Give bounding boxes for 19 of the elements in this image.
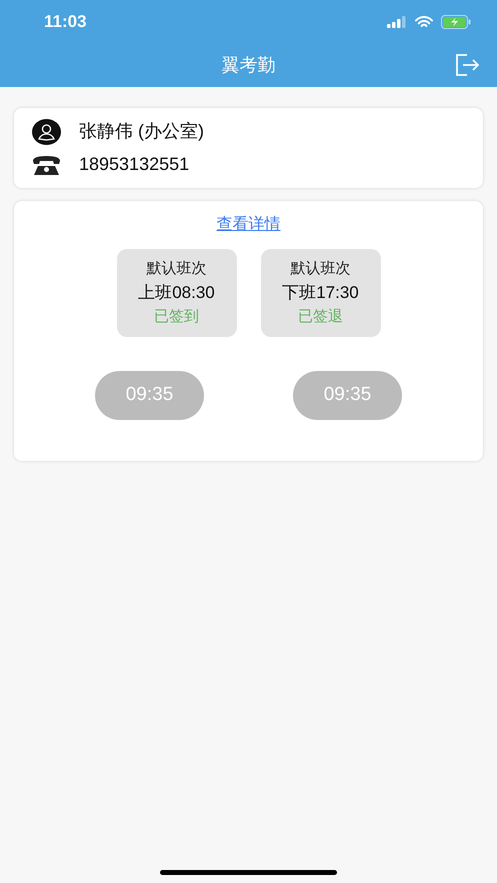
telephone-icon xyxy=(32,154,61,176)
shift-time: 下班17:30 xyxy=(282,282,359,304)
clock-button[interactable]: 09:35 xyxy=(95,371,204,420)
shift-status: 已签退 xyxy=(298,306,343,327)
shift-label: 默认班次 xyxy=(290,258,350,279)
shift-label: 默认班次 xyxy=(146,258,206,279)
app-title: 翼考勤 xyxy=(222,54,276,77)
wifi-icon xyxy=(415,16,433,28)
battery-icon xyxy=(441,15,471,29)
status-time: 11:03 xyxy=(44,11,87,34)
shift-status: 已签到 xyxy=(154,306,199,327)
clock-button[interactable]: 09:35 xyxy=(293,371,402,420)
phone-number: 18953132551 xyxy=(79,153,190,176)
details-link[interactable]: 查看详情 xyxy=(216,213,280,237)
logout-button[interactable] xyxy=(455,54,479,76)
user-name: 张静伟 (办公室) xyxy=(79,120,204,143)
user-icon xyxy=(32,118,61,144)
signal-icon xyxy=(387,16,407,28)
shift-time: 上班08:30 xyxy=(138,282,215,304)
